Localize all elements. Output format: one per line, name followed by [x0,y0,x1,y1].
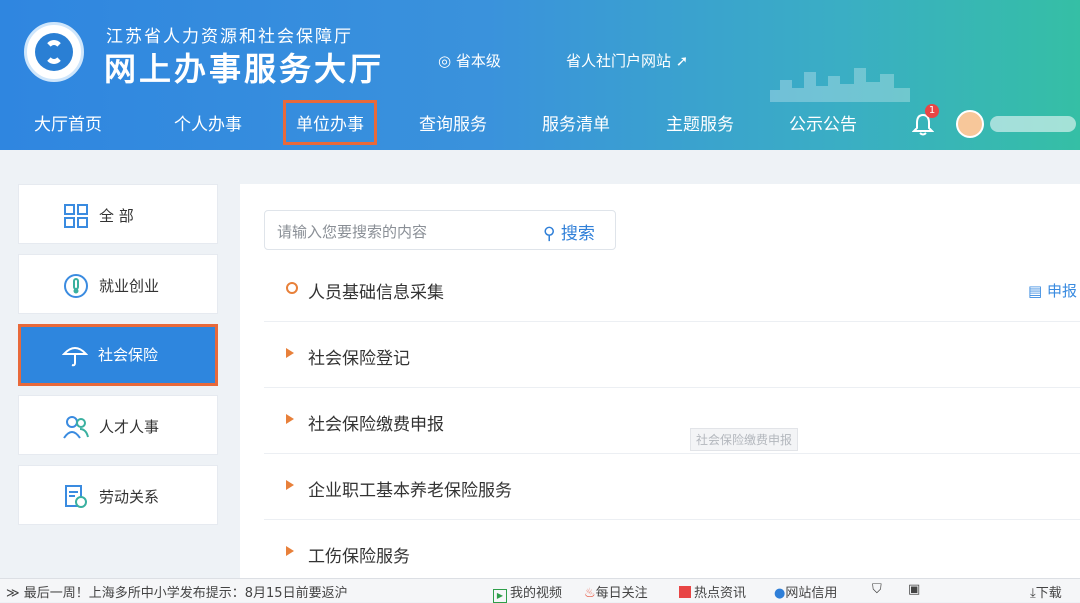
daily-button[interactable]: ♨每日关注 [584,582,648,601]
grid-icon [64,204,88,228]
nav-organization[interactable]: 单位办事 [283,100,377,145]
search-button-label: 搜索 [560,224,595,244]
apply-link[interactable]: ▤ 申报 [1028,280,1077,301]
sidebar-item-social-insurance[interactable]: 社会保险 [18,324,218,386]
triangle-bullet-icon [286,546,294,556]
list-item[interactable]: 社会保险登记 [264,322,1080,388]
nav-personal[interactable]: 个人办事 [174,110,242,135]
level-selector[interactable]: ◎ 省本级 [438,50,501,71]
search-input[interactable]: 请输入您要搜索的内容 [277,221,427,242]
list-item[interactable]: 人员基础信息采集 [264,256,1080,322]
download-label: 下载 [1035,586,1062,601]
hall-title: 网上办事服务大厅 [104,50,385,88]
nav-query[interactable]: 查询服务 [419,110,487,135]
video-button[interactable]: ▶ 我的视频 [493,582,562,603]
people-icon [63,416,89,439]
sidebar-item-employment[interactable]: 就业创业 [18,254,218,314]
sidebar-item-all[interactable]: 全 部 [18,184,218,244]
list-item-label: 人员基础信息采集 [308,283,444,303]
nav-announcements[interactable]: 公示公告 [789,110,857,135]
sidebar-item-label: 人才人事 [99,418,160,436]
logo[interactable] [24,22,84,82]
video-label: 我的视频 [510,586,563,601]
portal-link-label: 省人社门户网站 [566,52,672,70]
list-item[interactable]: 工伤保险服务 [264,520,1080,586]
sidebar-item-label: 社会保险 [98,346,159,364]
credit-button[interactable]: ●网站信用 [774,582,837,601]
hot-label: 热点资讯 [694,586,747,601]
shield-icon[interactable]: ⛉ [872,582,882,597]
apply-label: 申报 [1046,282,1077,300]
nav-home[interactable]: 大厅首页 [34,110,102,135]
location-pin-icon: ◎ [438,52,452,70]
tooltip: 社会保险缴费申报 [690,428,799,451]
list-item[interactable]: 企业职工基本养老保险服务 [264,454,1080,520]
username-blurred[interactable] [990,116,1076,132]
sidebar-item-labor-relations[interactable]: 劳动关系 [18,465,218,525]
sidebar-item-label: 就业创业 [99,277,160,295]
credit-label: 网站信用 [785,586,838,601]
news-icon [679,586,691,598]
triangle-bullet-icon [286,480,294,490]
skyline-decoration-icon [770,68,910,102]
portal-link[interactable]: 省人社门户网站 ➚ [566,50,688,71]
avatar[interactable] [956,110,984,138]
hot-news-button[interactable]: 热点资讯 [679,582,746,601]
notification-badge: 1 [925,104,939,118]
sidebar-item-talent[interactable]: 人才人事 [18,395,218,455]
download-button[interactable]: ⤓下载 [1030,582,1062,601]
list-item-label: 社会保险登记 [308,349,410,369]
sidebar-item-label: 劳动关系 [99,488,160,506]
triangle-bullet-icon [286,414,294,424]
nav-themes[interactable]: 主题服务 [666,110,734,135]
level-label: 省本级 [455,52,501,70]
search-button[interactable]: ⚲ 搜索 [543,219,595,244]
nav-service-list[interactable]: 服务清单 [542,110,610,135]
thermometer-icon [64,274,88,298]
search-icon: ⚲ [543,224,556,244]
list-item[interactable]: 社会保险缴费申报 [264,388,1080,454]
search-box[interactable]: 请输入您要搜索的内容 ⚲ 搜索 [264,210,616,250]
daily-label: 每日关注 [595,586,648,601]
news-ticker[interactable]: ≫ 最后一周！上海多所中小学发布提示：8月15日前要返沪 [6,582,348,601]
flame-icon: ♨ [584,586,596,601]
list-item-label: 工伤保险服务 [308,547,410,567]
form-icon: ▤ [1028,282,1043,300]
document-icon [65,485,87,508]
list-item-label: 企业职工基本养老保险服务 [308,481,512,501]
collapse-icon: ≫ [6,586,20,601]
sidebar-item-label: 全 部 [99,207,134,225]
list-item-label: 社会保险缴费申报 [308,415,444,435]
image-icon[interactable]: ▣ [908,582,920,597]
umbrella-icon [62,347,88,367]
news-text: 最后一周！上海多所中小学发布提示：8月15日前要返沪 [23,586,348,601]
share-arrow-icon: ➚ [675,52,689,70]
triangle-bullet-icon [286,348,294,358]
browser-status-bar: ≫ 最后一周！上海多所中小学发布提示：8月15日前要返沪 ▶ 我的视频 ♨每日关注… [0,578,1080,603]
circle-bullet-icon [286,282,298,294]
drop-icon: ● [774,586,786,601]
